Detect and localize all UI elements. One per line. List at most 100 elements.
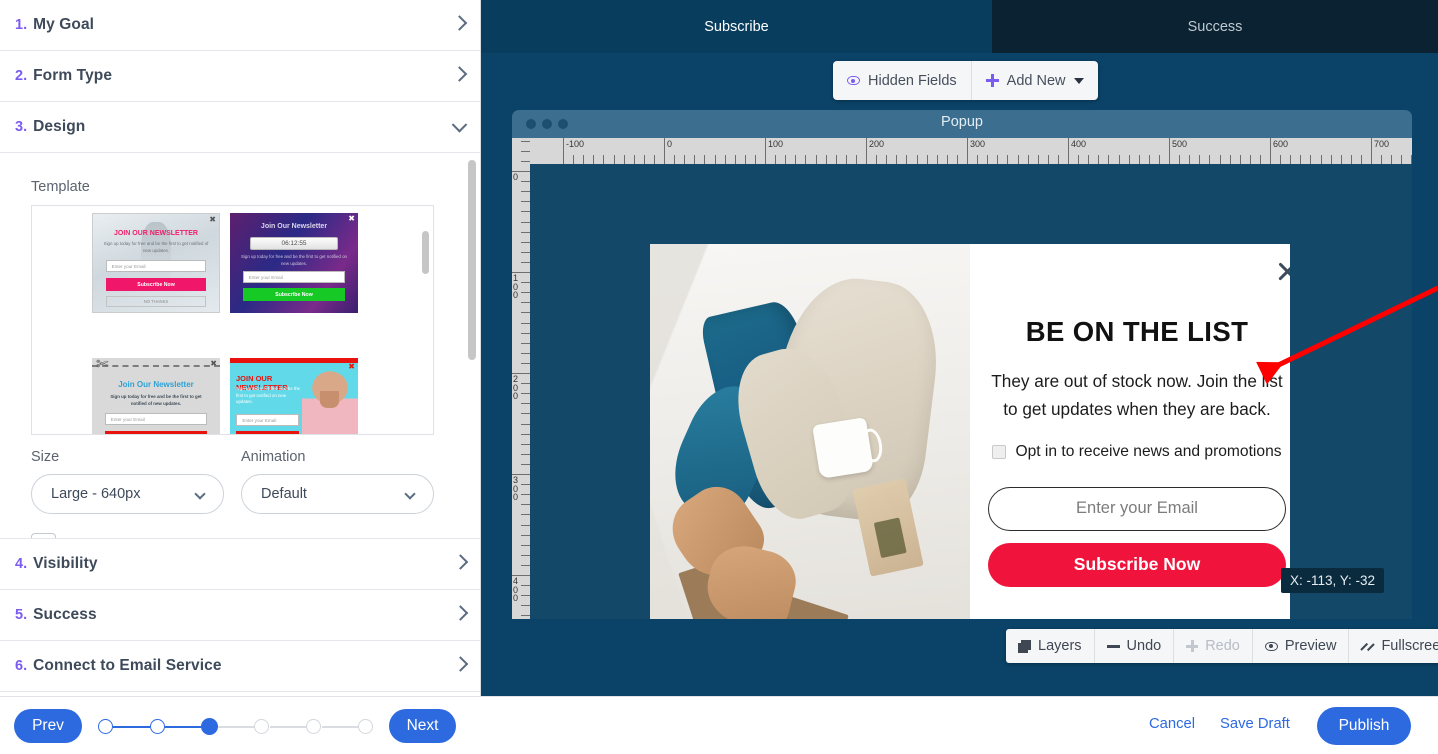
ruler-tick xyxy=(521,282,530,284)
ruler-tick xyxy=(674,155,676,164)
sidebar-section-success[interactable]: 5. Success xyxy=(0,590,480,641)
ruler-label: 300 xyxy=(513,475,519,502)
ruler-tick xyxy=(1179,155,1181,164)
ruler-tick xyxy=(896,155,898,164)
cursor-coordinates: X: -113, Y: -32 xyxy=(1280,568,1384,593)
ruler-tick xyxy=(1239,155,1241,164)
chevron-down-icon xyxy=(451,117,468,133)
ruler-tick xyxy=(785,155,787,164)
step-dot-3[interactable] xyxy=(201,718,218,735)
step-indicator xyxy=(98,718,378,735)
ruler-tick xyxy=(1189,155,1191,164)
email-input[interactable]: Enter your Email xyxy=(988,486,1286,531)
template-scrollbar[interactable] xyxy=(422,231,429,274)
animation-field: Animation Default xyxy=(241,449,434,514)
ruler-tick xyxy=(694,155,696,164)
ruler-tick xyxy=(1300,155,1302,164)
chevron-right-icon xyxy=(452,656,469,672)
ruler-label: 200 xyxy=(869,139,885,149)
section-number: 4. xyxy=(15,556,28,572)
sidebar-section-form-type[interactable]: 2. Form Type xyxy=(0,51,480,102)
step-dot-5[interactable] xyxy=(306,719,321,734)
sidebar-section-design[interactable]: 3. Design xyxy=(0,102,480,153)
ruler-tick xyxy=(977,155,979,164)
close-icon[interactable] xyxy=(1274,258,1290,284)
template-top-bar xyxy=(230,358,358,363)
ruler-tick xyxy=(521,423,530,425)
wizard-footer: Prev Next Cancel Save Draft Publish xyxy=(0,696,1438,754)
template-thumbnail[interactable]: ✖ JOIN OUR NEWSLETTER Sign up today for … xyxy=(230,358,358,434)
chevron-right-icon xyxy=(451,15,468,31)
ruler-tick xyxy=(1027,155,1029,164)
design-canvas[interactable]: BE ON THE LIST They are out of stock now… xyxy=(530,164,1412,619)
sidebar-section-my-goal[interactable]: 1. My Goal xyxy=(0,0,480,51)
step-dot-6[interactable] xyxy=(358,719,373,734)
template-gallery[interactable]: ✖ JOIN OUR NEWSLETTER Sign up today for … xyxy=(31,205,434,435)
template-thumbnail[interactable]: ✖ JOIN OUR NEWSLETTER Sign up today for … xyxy=(92,213,220,313)
ruler-tick xyxy=(603,155,605,164)
ruler-tick xyxy=(876,155,878,164)
ruler-tick xyxy=(521,160,530,162)
ruler-tick xyxy=(1229,155,1231,164)
ruler-tick xyxy=(521,494,530,496)
next-button[interactable]: Next xyxy=(389,709,456,743)
ruler-tick xyxy=(583,155,585,164)
step-dot-2[interactable] xyxy=(150,719,165,734)
template-thumbnail[interactable]: ✄ ✖ Join Our Newsletter Sign up today fo… xyxy=(92,358,220,434)
ruler-tick xyxy=(1118,155,1120,164)
layers-button[interactable]: Layers xyxy=(1006,629,1095,663)
step-dot-4[interactable] xyxy=(254,719,269,734)
hidden-fields-button[interactable]: Hidden Fields xyxy=(833,61,972,100)
editor-bottom-toolbar: Layers Undo Redo Preview Fullscreen xyxy=(1006,629,1438,663)
fullscreen-button[interactable]: Fullscreen xyxy=(1349,629,1438,663)
undo-button[interactable]: Undo xyxy=(1095,629,1175,663)
ruler-tick xyxy=(805,155,807,164)
ruler-tick xyxy=(886,155,888,164)
section-label: Form Type xyxy=(33,67,113,84)
sidebar-section-visibility[interactable]: 4. Visibility xyxy=(0,539,480,590)
popup-preview[interactable]: BE ON THE LIST They are out of stock now… xyxy=(650,244,1290,619)
size-select[interactable]: Large - 640px xyxy=(31,474,224,514)
optin-row: Opt in to receive news and promotions xyxy=(988,443,1286,461)
prev-button[interactable]: Prev xyxy=(14,709,82,743)
section-number: 5. xyxy=(15,607,28,623)
optin-checkbox[interactable] xyxy=(992,444,1007,459)
chevron-right-icon xyxy=(452,554,469,570)
animation-label: Animation xyxy=(241,449,306,465)
ruler-tick xyxy=(1381,155,1383,164)
close-icon: ✖ xyxy=(348,214,355,223)
template-body: Sign up today for free and be the first … xyxy=(103,241,209,253)
ruler-tick xyxy=(521,484,530,486)
tab-subscribe[interactable]: Subscribe xyxy=(481,0,992,53)
subscribe-button[interactable]: Subscribe Now xyxy=(988,542,1286,587)
ruler-tick xyxy=(521,453,530,455)
chevron-down-icon xyxy=(404,488,416,500)
sidebar-scrollbar[interactable] xyxy=(468,160,476,360)
ruler-tick xyxy=(734,155,736,164)
animation-select[interactable]: Default xyxy=(241,474,434,514)
template-thumbnail[interactable]: ✖ Join Our Newsletter 06:12:55 Sign up t… xyxy=(230,213,358,313)
ruler-tick xyxy=(987,155,989,164)
template-button: SUBSCRIBE NOW xyxy=(236,431,300,434)
sidebar-section-connect-email[interactable]: 6. Connect to Email Service xyxy=(0,641,480,692)
add-new-button[interactable]: Add New xyxy=(972,61,1098,100)
ruler-tick xyxy=(916,155,918,164)
ruler-tick xyxy=(1158,155,1160,164)
chevron-down-icon xyxy=(194,488,206,500)
publish-button[interactable]: Publish xyxy=(1317,707,1411,745)
tab-success[interactable]: Success xyxy=(992,0,1438,53)
redo-button: Redo xyxy=(1174,629,1253,663)
ruler-tick xyxy=(704,155,706,164)
ruler-tick xyxy=(521,504,530,506)
horizontal-ruler: -100 0 100 200 300 400 500 600 700 xyxy=(530,138,1412,164)
add-new-label: Add New xyxy=(1006,72,1066,89)
ruler-tick xyxy=(521,231,530,233)
save-draft-link[interactable]: Save Draft xyxy=(1220,716,1290,732)
ruler-tick xyxy=(845,155,847,164)
template-email-field: Enter your Email xyxy=(105,260,207,272)
ruler-tick xyxy=(744,155,746,164)
preview-button[interactable]: Preview xyxy=(1253,629,1350,663)
step-dot-1[interactable] xyxy=(98,719,113,734)
cancel-link[interactable]: Cancel xyxy=(1149,716,1195,732)
popup-headline: BE ON THE LIST xyxy=(1025,316,1249,347)
